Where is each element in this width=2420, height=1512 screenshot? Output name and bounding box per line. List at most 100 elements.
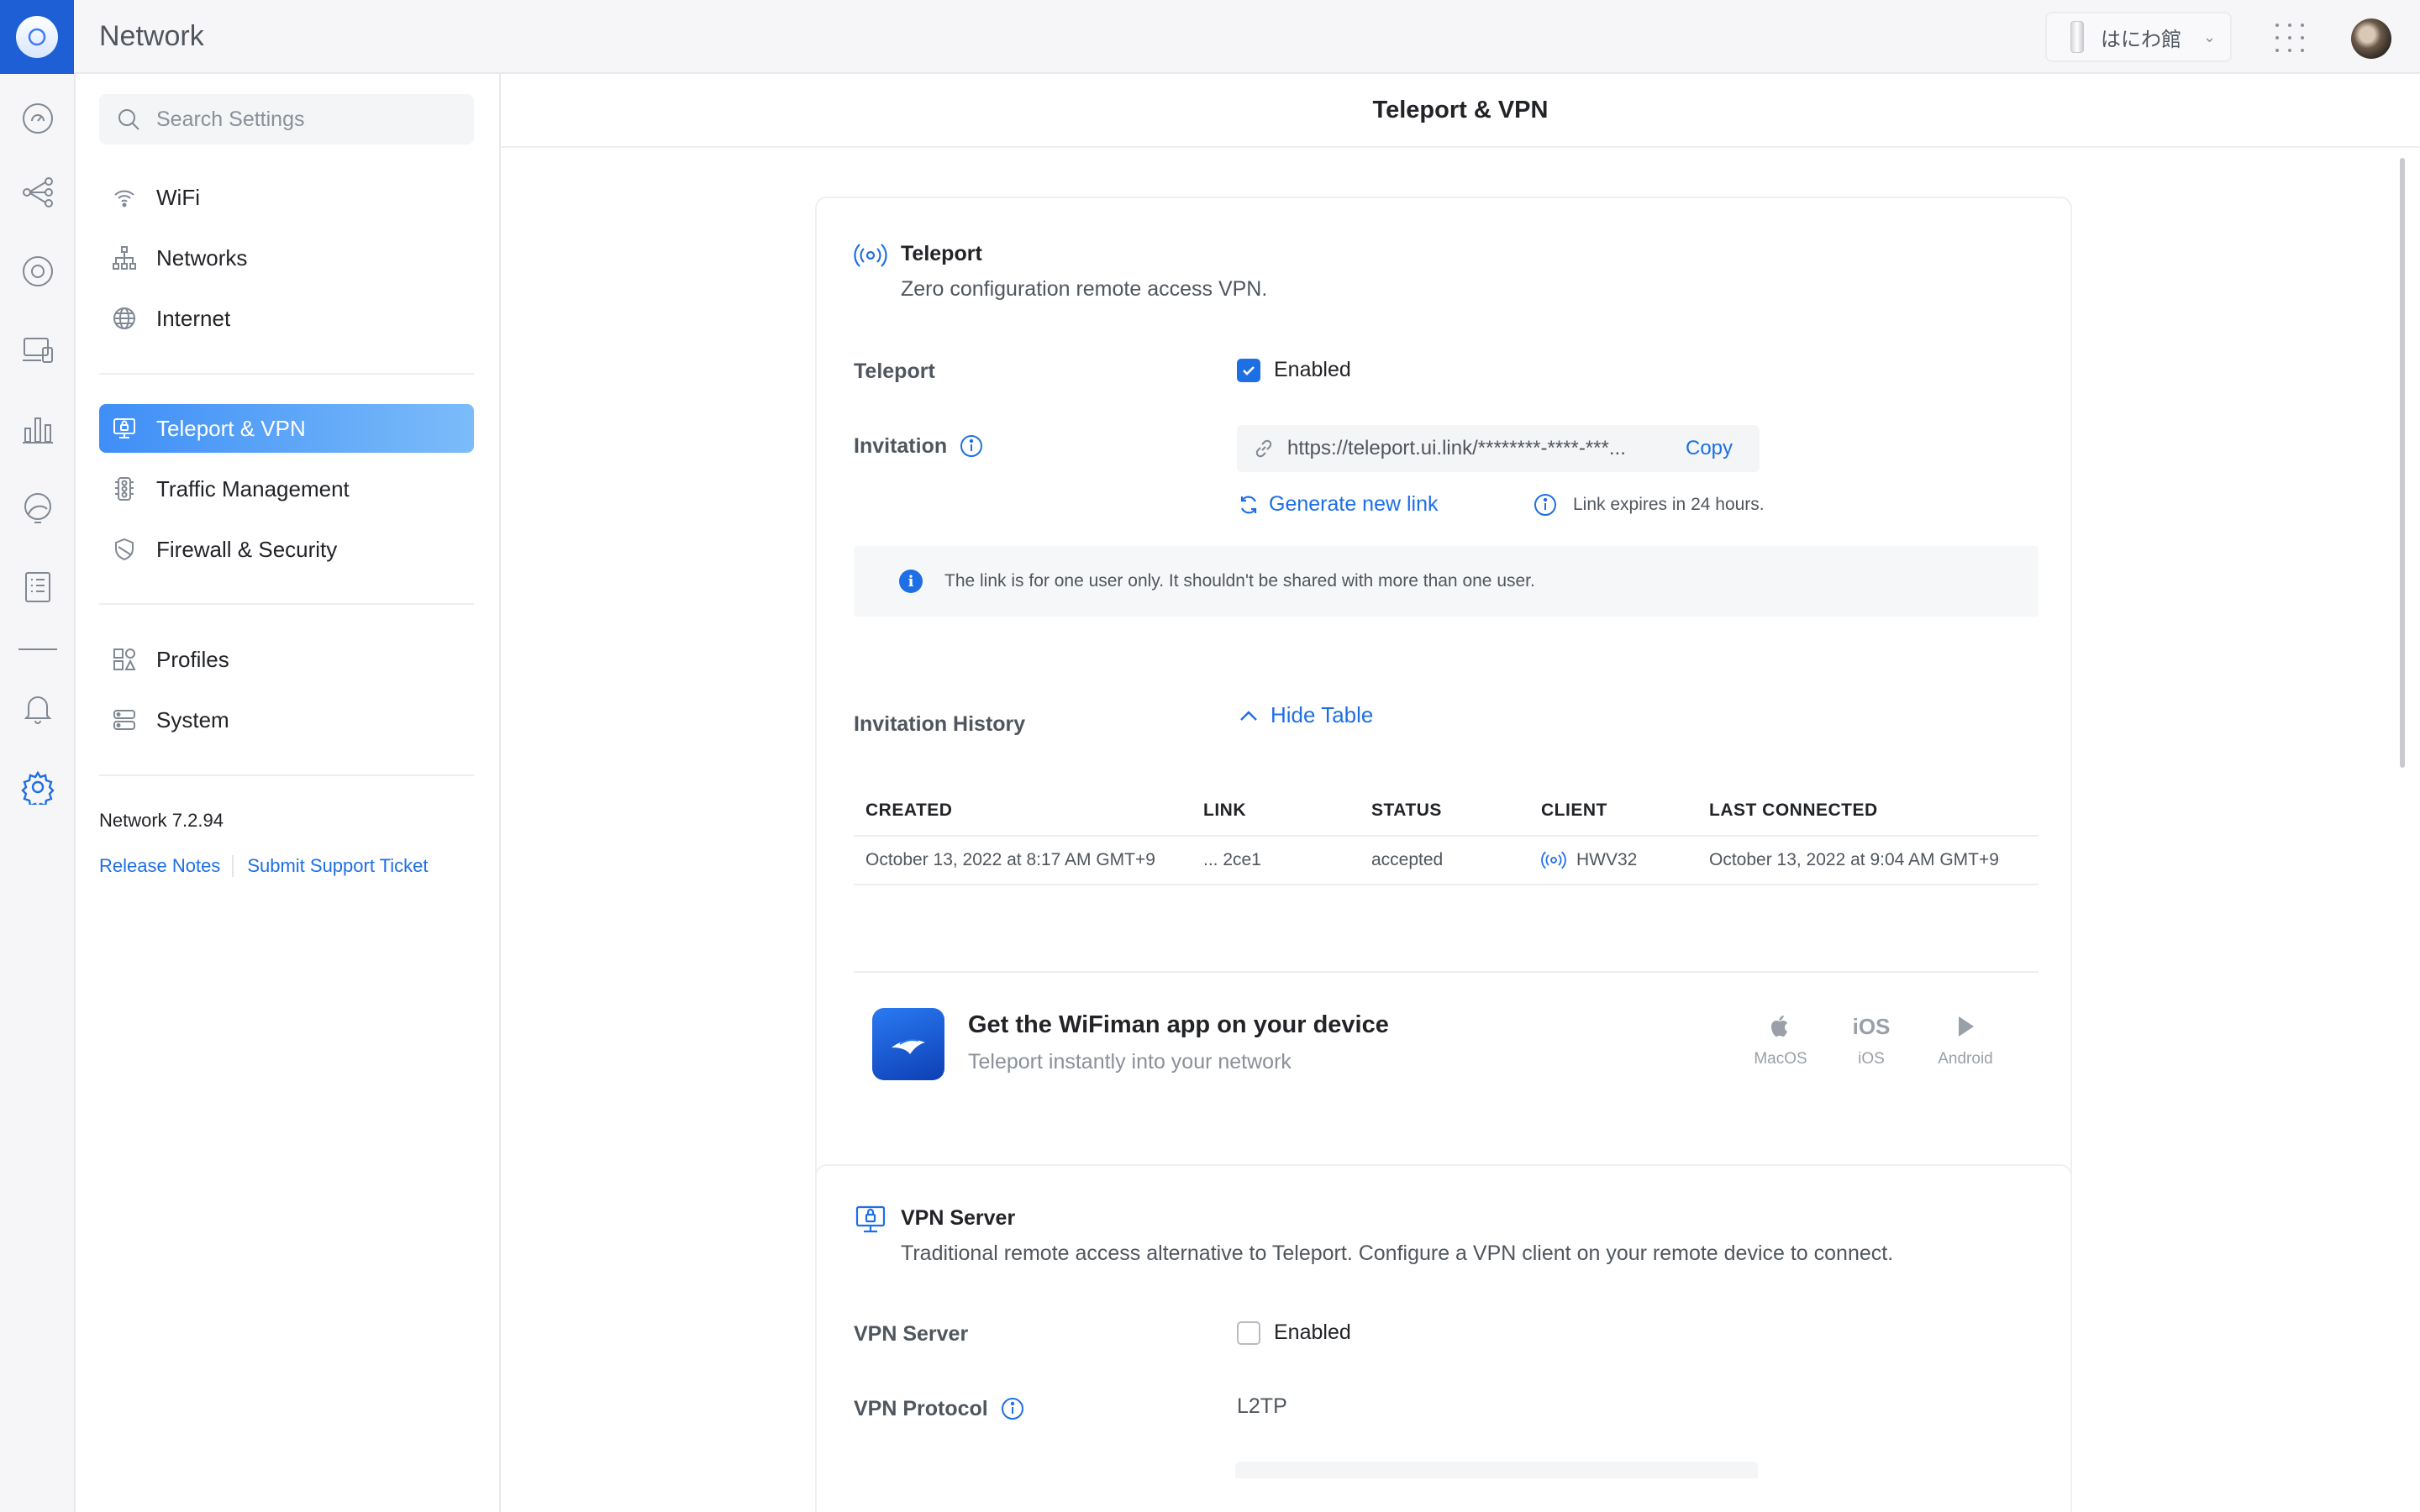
link-expiry-text: Link expires in 24 hours. bbox=[1573, 495, 1765, 514]
platform-macos-link[interactable]: MacOS bbox=[1743, 1010, 1818, 1068]
main-content: Teleport & VPN Teleport Zero configurati… bbox=[501, 74, 2420, 1512]
single-user-notice: i The link is for one user only. It shou… bbox=[854, 546, 2039, 617]
link-expiry: Link expires in 24 hours. bbox=[1533, 492, 1765, 517]
unifi-devices-icon[interactable] bbox=[18, 252, 57, 291]
generate-new-link-label: Generate new link bbox=[1269, 492, 1439, 516]
logo-icon bbox=[16, 16, 58, 58]
client-devices-icon[interactable] bbox=[18, 331, 57, 370]
app-logo[interactable] bbox=[0, 0, 74, 74]
site-switcher[interactable]: はにわ館 ⌄ bbox=[2045, 12, 2232, 62]
sidebar-item-teleport-vpn[interactable]: Teleport & VPN bbox=[99, 404, 474, 453]
profiles-icon bbox=[109, 644, 139, 675]
cell-last-connected: October 13, 2022 at 9:04 AM GMT+9 bbox=[1709, 850, 1999, 869]
site-name: はにわ館 bbox=[2101, 28, 2181, 51]
networks-icon bbox=[109, 243, 139, 273]
info-icon[interactable] bbox=[959, 433, 984, 459]
enabled-label: Enabled bbox=[1274, 358, 1351, 381]
support-ticket-link[interactable]: Submit Support Ticket bbox=[247, 855, 428, 877]
hide-table-label: Hide Table bbox=[1270, 702, 1374, 727]
sidebar-item-profiles[interactable]: Profiles bbox=[99, 635, 474, 684]
cell-client: HWV32 bbox=[1529, 848, 1697, 873]
traffic-icon bbox=[109, 474, 139, 504]
sidebar-item-networks[interactable]: Networks bbox=[99, 234, 474, 282]
sidebar-item-label: WiFi bbox=[156, 184, 200, 210]
sidebar-item-internet[interactable]: Internet bbox=[99, 294, 474, 343]
copy-button[interactable]: Copy bbox=[1686, 437, 1733, 460]
teleport-description: Zero configuration remote access VPN. bbox=[901, 277, 1268, 301]
invitation-label: Invitation bbox=[854, 433, 984, 459]
gateway-device-icon bbox=[2070, 21, 2084, 53]
wifiman-app-icon bbox=[872, 1008, 944, 1080]
scrollbar[interactable] bbox=[2400, 158, 2405, 768]
column-header-link[interactable]: LINK bbox=[1192, 801, 1360, 821]
innerspace-icon[interactable] bbox=[18, 489, 57, 528]
globe-icon bbox=[109, 303, 139, 333]
vpn-protocol-label: VPN Protocol bbox=[854, 1396, 1025, 1421]
column-header-created[interactable]: CREATED bbox=[854, 801, 1192, 821]
wifi-icon bbox=[109, 182, 139, 213]
sidebar-item-label: Traffic Management bbox=[156, 475, 350, 501]
invitation-history-label-text: Invitation History bbox=[854, 712, 1026, 736]
refresh-icon bbox=[1240, 496, 1257, 513]
statistics-icon[interactable] bbox=[18, 410, 57, 449]
platform-ios-link[interactable]: iOS iOS bbox=[1833, 1010, 1909, 1068]
sidebar-divider bbox=[99, 774, 474, 776]
invitation-url[interactable]: https://teleport.ui.link/********-****-*… bbox=[1287, 437, 1667, 460]
column-header-status[interactable]: STATUS bbox=[1360, 801, 1529, 821]
vpn-protocol-value[interactable]: L2TP bbox=[1237, 1394, 1287, 1419]
platform-label: MacOS bbox=[1754, 1050, 1807, 1068]
generate-new-link-button[interactable]: Generate new link bbox=[1237, 492, 1439, 517]
cell-created: October 13, 2022 at 8:17 AM GMT+9 bbox=[865, 850, 1155, 869]
settings-sidebar: WiFi Networks Internet Teleport & VPN Tr… bbox=[76, 74, 501, 1512]
system-icon bbox=[109, 705, 139, 735]
vpn-server-icon bbox=[854, 1203, 887, 1236]
sidebar-item-label: System bbox=[156, 706, 229, 732]
info-icon[interactable] bbox=[1000, 1396, 1025, 1421]
vpn-server-card: VPN Server Traditional remote access alt… bbox=[815, 1164, 2072, 1512]
sidebar-item-traffic-management[interactable]: Traffic Management bbox=[99, 465, 474, 513]
card-divider bbox=[854, 971, 2039, 973]
vpn-server-enabled-checkbox[interactable]: Enabled bbox=[1237, 1320, 1351, 1345]
teleport-title: Teleport bbox=[901, 242, 982, 265]
topology-icon[interactable] bbox=[18, 173, 57, 212]
sidebar-divider bbox=[99, 373, 474, 375]
teleport-label: Teleport bbox=[854, 360, 935, 384]
chevron-down-icon: ⌄ bbox=[2203, 28, 2217, 45]
checkbox-unchecked-icon[interactable] bbox=[1237, 1320, 1260, 1345]
rail-divider bbox=[18, 648, 57, 650]
shield-icon bbox=[109, 534, 139, 564]
search-box[interactable] bbox=[99, 94, 474, 144]
sidebar-item-firewall-security[interactable]: Firewall & Security bbox=[99, 525, 474, 574]
apps-grid-icon[interactable] bbox=[2275, 24, 2304, 52]
sidebar-item-label: Internet bbox=[156, 305, 231, 331]
release-notes-link[interactable]: Release Notes bbox=[99, 855, 220, 877]
column-header-last-connected[interactable]: LAST CONNECTED bbox=[1697, 801, 2039, 821]
table-header-row: CREATED LINK STATUS CLIENT LAST CONNECTE… bbox=[854, 786, 2039, 837]
search-input[interactable] bbox=[156, 107, 459, 132]
checkbox-checked-icon[interactable] bbox=[1237, 358, 1260, 382]
platform-android-link[interactable]: Android bbox=[1928, 1010, 2003, 1068]
teleport-icon bbox=[854, 239, 887, 272]
cell-status: accepted bbox=[1371, 850, 1444, 869]
gear-icon[interactable] bbox=[18, 768, 57, 806]
ios-icon: iOS bbox=[1852, 1013, 1891, 1039]
invitation-link-field[interactable]: https://teleport.ui.link/********-****-*… bbox=[1237, 425, 1760, 472]
teleport-enabled-checkbox[interactable]: Enabled bbox=[1237, 358, 1351, 382]
column-header-client[interactable]: CLIENT bbox=[1529, 801, 1697, 821]
logs-icon[interactable] bbox=[18, 568, 57, 606]
client-name: HWV32 bbox=[1576, 850, 1638, 869]
avatar[interactable] bbox=[2351, 18, 2391, 59]
sidebar-item-system[interactable]: System bbox=[99, 696, 474, 744]
top-bar: Network はにわ館 ⌄ bbox=[0, 0, 2420, 74]
sidebar-item-wifi[interactable]: WiFi bbox=[99, 173, 474, 222]
vpn-icon bbox=[109, 413, 139, 444]
dashboard-icon[interactable] bbox=[18, 99, 57, 138]
bell-icon[interactable] bbox=[18, 689, 57, 727]
vpn-server-title: VPN Server bbox=[901, 1206, 1016, 1230]
wifiman-subtitle: Teleport instantly into your network bbox=[968, 1050, 1292, 1074]
hide-table-button[interactable]: Hide Table bbox=[1237, 702, 1373, 728]
vpn-protocol-label-text: VPN Protocol bbox=[854, 1396, 988, 1420]
table-row[interactable]: October 13, 2022 at 8:17 AM GMT+9 ... 2c… bbox=[854, 837, 2039, 885]
page-title: Teleport & VPN bbox=[1372, 96, 1549, 123]
partially-visible-field[interactable] bbox=[1235, 1462, 1758, 1478]
